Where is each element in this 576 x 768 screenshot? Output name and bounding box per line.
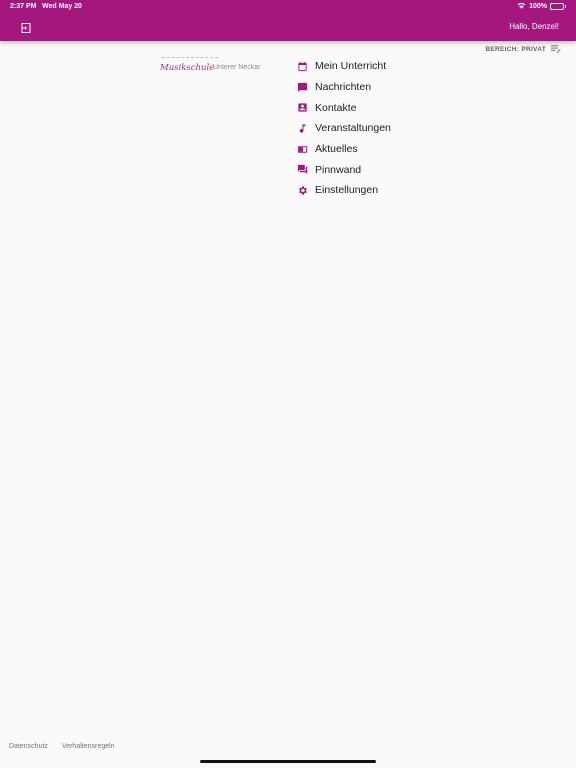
filter-list-icon (550, 44, 561, 55)
logout-icon[interactable] (20, 21, 32, 33)
forum-icon (296, 163, 309, 176)
greeting-text: Hallo, Denzel! (509, 22, 559, 31)
calendar-icon (296, 60, 309, 73)
menu-item-label: Kontakte (315, 101, 357, 114)
menu-item-label: Mein Unterricht (315, 60, 387, 73)
verhaltensregeln-link[interactable]: Verhaltensregeln (62, 743, 115, 750)
menu-item-mein-unterricht[interactable]: Mein Unterricht (296, 56, 496, 77)
menu-item-veranstaltungen[interactable]: Veranstaltungen (296, 118, 496, 139)
school-logo: ▬ ▬ ▬ ▬ ▬ ▬ ▬ ▬ ▬ ▬ ▬ ▬ Musikschule Unte… (160, 55, 260, 77)
footer-links: Datenschutz Verhaltensregeln (9, 743, 114, 750)
menu-item-label: Veranstaltungen (315, 122, 391, 135)
bereich-selector[interactable]: BEREICH: PRIVAT (485, 44, 561, 55)
app-header: 2:37 PM Wed May 20 100% Hallo, Denzel! (0, 0, 576, 41)
logo-sub-text: Unterer Neckar (213, 64, 261, 71)
logo-decoration: ▬ ▬ ▬ ▬ ▬ ▬ ▬ ▬ ▬ ▬ ▬ ▬ (162, 55, 219, 59)
book-icon (296, 143, 309, 156)
menu-item-aktuelles[interactable]: Aktuelles (296, 139, 496, 160)
contact-icon (296, 101, 309, 114)
home-indicator[interactable] (200, 760, 376, 763)
status-date: Wed May 20 (42, 3, 82, 10)
gear-icon (296, 184, 309, 197)
menu-item-label: Pinnwand (315, 163, 362, 176)
bereich-label: BEREICH: PRIVAT (485, 46, 546, 53)
menu-item-nachrichten[interactable]: Nachrichten (296, 77, 496, 98)
logo-main-text: Musikschule (160, 63, 215, 73)
battery-percentage: 100% (529, 3, 547, 10)
status-time: 2:37 PM (10, 3, 37, 10)
status-indicators: 100% (517, 2, 566, 11)
menu-item-label: Nachrichten (315, 81, 372, 94)
menu-item-pinnwand[interactable]: Pinnwand (296, 159, 496, 180)
menu-item-label: Einstellungen (315, 184, 379, 197)
battery-icon (550, 3, 566, 10)
datenschutz-link[interactable]: Datenschutz (9, 743, 48, 750)
music-note-icon (296, 122, 309, 135)
wifi-icon (517, 2, 526, 11)
message-icon (296, 81, 309, 94)
main-menu: Mein Unterricht Nachrichten Kontakte Ver… (296, 56, 496, 201)
menu-item-kontakte[interactable]: Kontakte (296, 97, 496, 118)
menu-item-einstellungen[interactable]: Einstellungen (296, 180, 496, 201)
menu-item-label: Aktuelles (315, 143, 358, 156)
app-screen: 2:37 PM Wed May 20 100% Hallo, Denzel! B… (0, 0, 576, 768)
